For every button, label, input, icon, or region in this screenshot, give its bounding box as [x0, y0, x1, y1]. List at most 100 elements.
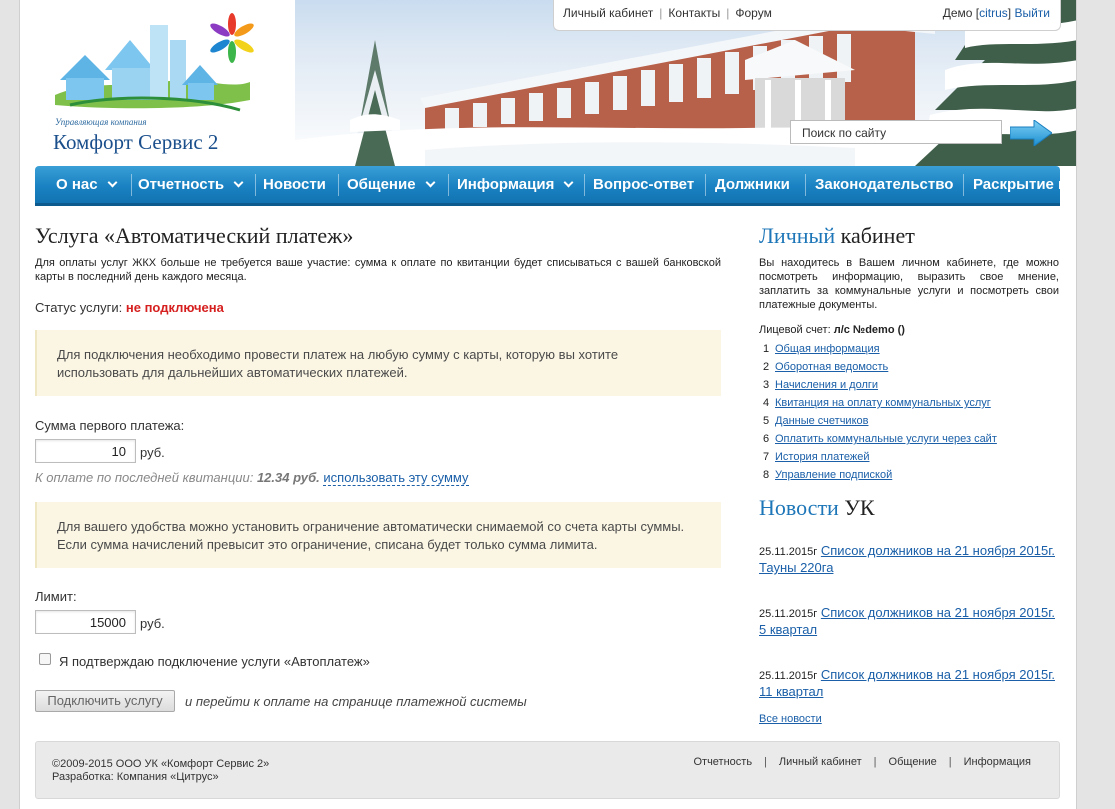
- menu-item-debtors[interactable]: Должники: [715, 166, 790, 203]
- search-arrow-button[interactable]: [1009, 119, 1053, 147]
- user-area: Демо [citrus] Выйти: [942, 6, 1050, 20]
- user-name: Демо: [942, 6, 973, 20]
- list-number: 2: [763, 361, 770, 373]
- use-amount-link[interactable]: использовать эту сумму: [323, 470, 469, 486]
- topnav-forum-link[interactable]: Форум: [735, 6, 771, 20]
- menu-item-reports[interactable]: Отчетность: [138, 166, 244, 203]
- cabinet-links: 1 Общая информация 2 Оборотная ведомость 3…: [763, 340, 997, 484]
- menu-item-information[interactable]: Информация: [457, 166, 574, 203]
- menu-separator: [805, 174, 806, 196]
- cabinet-link-history[interactable]: История платежей: [775, 451, 870, 463]
- menu-label: Вопрос-ответ: [593, 176, 695, 193]
- menu-label: Общение: [347, 176, 416, 193]
- footer: ©2009-2015 ООО УК «Комфорт Сервис 2» Раз…: [35, 741, 1060, 799]
- currency-label: руб.: [140, 445, 165, 460]
- menu-label: Новости: [263, 176, 326, 193]
- cabinet-link-meters[interactable]: Данные счетчиков: [775, 415, 868, 427]
- confirm-checkbox[interactable]: [39, 653, 51, 665]
- cabinet-link-turnover[interactable]: Оборотная ведомость: [775, 361, 888, 373]
- list-number: 5: [763, 415, 770, 427]
- chevron-down-icon: [563, 177, 574, 188]
- menu-item-news[interactable]: Новости: [263, 166, 326, 203]
- currency-label: руб.: [140, 616, 165, 631]
- menu-item-disclosure[interactable]: Раскрытие и: [973, 166, 1060, 203]
- first-payment-input[interactable]: 10: [35, 439, 136, 463]
- header: Управляющая компания Комфорт Сервис 2 Ли…: [20, 0, 1076, 166]
- notice-limit: Для вашего удобства можно установить огр…: [35, 502, 721, 568]
- news-heading: Новости УК: [759, 495, 875, 521]
- menu-label: О нас: [56, 176, 98, 193]
- menu-item-qa[interactable]: Вопрос-ответ: [593, 166, 694, 203]
- list-item: 4 Квитанция на оплату коммунальных услуг: [763, 394, 997, 412]
- separator: |: [659, 6, 663, 20]
- menu-item-legislation[interactable]: Законодательство: [815, 166, 953, 203]
- logo-house-icon: [55, 13, 254, 112]
- list-number: 3: [763, 379, 770, 391]
- separator: |: [873, 756, 877, 768]
- arrow-right-icon: [1009, 119, 1053, 147]
- cabinet-heading-highlight: Личный: [759, 223, 836, 248]
- list-number: 7: [763, 451, 770, 463]
- search-input[interactable]: Поиск по сайту: [790, 120, 1002, 144]
- topnav-contacts-link[interactable]: Контакты: [668, 6, 720, 20]
- last-invoice-hint: К оплате по последней квитанции: 12.34 р…: [35, 470, 469, 486]
- chevron-down-icon: [107, 177, 118, 188]
- cabinet-link-general[interactable]: Общая информация: [775, 343, 880, 355]
- topnav-cabinet-link[interactable]: Личный кабинет: [563, 6, 653, 20]
- list-number: 8: [763, 469, 770, 481]
- copyright-text: ©2009-2015 ООО УК «Комфорт Сервис 2»: [52, 758, 270, 770]
- cabinet-link-pay-online[interactable]: Оплатить коммунальные услуги через сайт: [775, 433, 997, 445]
- limit-label: Лимит:: [35, 589, 77, 604]
- logout-link[interactable]: Выйти: [1014, 6, 1050, 20]
- confirm-label[interactable]: Я подтверждаю подключение услуги «Автопл…: [59, 654, 370, 669]
- news-date: 25.11.2015г: [759, 608, 818, 620]
- footer-link-communication[interactable]: Общение: [889, 756, 937, 768]
- menu-separator: [963, 174, 964, 196]
- list-item: 3 Начисления и долги: [763, 376, 997, 394]
- list-item: 1 Общая информация: [763, 340, 997, 358]
- menu-separator: [705, 174, 706, 196]
- menu-label: Информация: [457, 176, 555, 193]
- menu-separator: [131, 174, 132, 196]
- menu-item-about[interactable]: О нас: [56, 166, 118, 203]
- page-title: Услуга «Автоматический платеж»: [35, 223, 354, 248]
- news-date: 25.11.2015г: [759, 670, 818, 682]
- submit-note: и перейти к оплате на странице платежной…: [185, 694, 527, 709]
- menu-label: Раскрытие и: [973, 176, 1060, 193]
- list-number: 6: [763, 433, 770, 445]
- menu-label: Законодательство: [815, 176, 954, 193]
- user-login-link[interactable]: citrus: [979, 6, 1008, 20]
- logo-tagline: Управляющая компания: [55, 117, 147, 127]
- footer-link-cabinet[interactable]: Личный кабинет: [779, 756, 862, 768]
- cabinet-link-charges[interactable]: Начисления и долги: [775, 379, 878, 391]
- hint-amount: 12.34 руб.: [256, 470, 320, 485]
- cabinet-link-subscription[interactable]: Управление подпиской: [775, 469, 892, 481]
- service-intro: Для оплаты услуг ЖКХ больше не требуется…: [35, 257, 721, 283]
- footer-link-information[interactable]: Информация: [964, 756, 1031, 768]
- notice-first-payment: Для подключения необходимо провести плат…: [35, 330, 721, 396]
- cabinet-heading: Личный кабинет: [759, 223, 915, 249]
- subscribe-button[interactable]: Подключить услугу: [35, 690, 175, 712]
- menu-separator: [584, 174, 585, 196]
- first-payment-label: Сумма первого платежа:: [35, 418, 185, 433]
- menu-item-communication[interactable]: Общение: [347, 166, 436, 203]
- main-menu: О нас Отчетность Новости Общение Информа…: [35, 166, 1060, 206]
- separator: |: [726, 6, 730, 20]
- news-item: 25.11.2015г Список должников на 21 ноябр…: [759, 543, 1059, 576]
- all-news-link[interactable]: Все новости: [759, 713, 822, 725]
- menu-label: Должники: [715, 176, 790, 193]
- news-item: 25.11.2015г Список должников на 21 ноябр…: [759, 605, 1059, 638]
- list-number: 1: [763, 343, 770, 355]
- separator: |: [948, 756, 952, 768]
- cabinet-heading-rest: кабинет: [840, 223, 915, 248]
- list-item: 8 Управление подпиской: [763, 466, 997, 484]
- limit-input[interactable]: 15000: [35, 610, 136, 634]
- top-utility-nav: Личный кабинет | Контакты | Форум Демо [citr…: [553, 0, 1061, 31]
- menu-separator: [255, 174, 256, 196]
- footer-link-reports[interactable]: Отчетность: [693, 756, 752, 768]
- list-item: 6 Оплатить коммунальные услуги через сайт: [763, 430, 997, 448]
- status-value: не подключена: [125, 300, 224, 315]
- cabinet-link-invoice[interactable]: Квитанция на оплату коммунальных услуг: [775, 397, 991, 409]
- news-date: 25.11.2015г: [759, 546, 818, 558]
- footer-nav: Отчетность | Личный кабинет | Общение | Информ…: [693, 756, 1031, 768]
